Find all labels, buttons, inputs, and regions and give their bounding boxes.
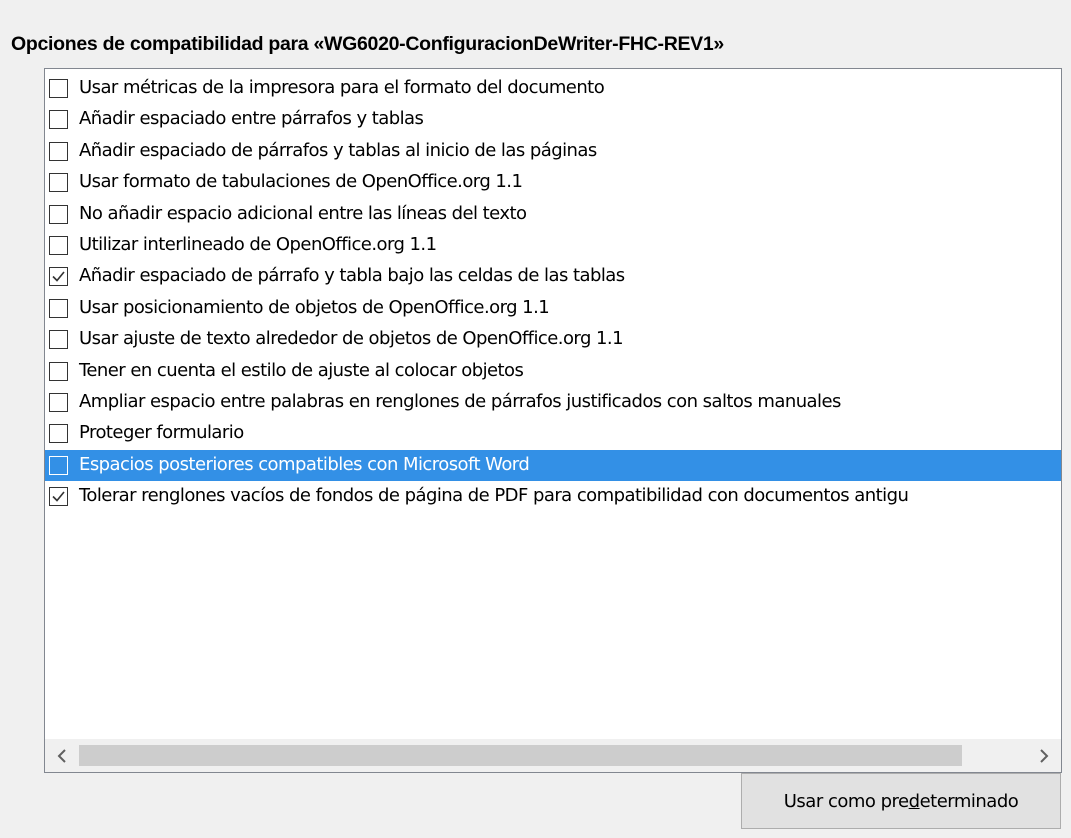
option-checkbox[interactable] — [49, 141, 68, 161]
compatibility-option-row[interactable]: Añadir espaciado de párrafos y tablas al… — [45, 136, 1061, 167]
chevron-right-icon — [1040, 748, 1049, 763]
compatibility-option-row[interactable]: Usar métricas de la impresora para el fo… — [45, 73, 1061, 104]
option-label: Usar formato de tabulaciones de OpenOffi… — [79, 171, 523, 193]
option-label: Añadir espaciado entre párrafos y tablas — [79, 108, 424, 130]
option-label: Añadir espaciado de párrafo y tabla bajo… — [79, 265, 625, 287]
compatibility-options-list[interactable]: Usar métricas de la impresora para el fo… — [44, 68, 1062, 773]
option-label: Usar métricas de la impresora para el fo… — [79, 77, 605, 98]
compatibility-option-row[interactable]: No añadir espacio adicional entre las lí… — [45, 199, 1061, 230]
chevron-left-icon — [57, 748, 66, 763]
option-checkbox[interactable] — [49, 487, 68, 507]
option-label: Proteger formulario — [79, 422, 244, 444]
option-label: Tolerar renglones vacíos de fondos de pá… — [79, 485, 909, 507]
option-checkbox[interactable] — [49, 79, 68, 98]
checkmark-icon — [52, 271, 65, 283]
option-checkbox[interactable] — [49, 424, 68, 444]
option-label: Usar posicionamiento de objetos de OpenO… — [79, 296, 550, 318]
compatibility-option-row[interactable]: Utilizar interlineado de OpenOffice.org … — [45, 230, 1061, 261]
use-as-default-button[interactable]: Usar como pre d eterminado — [741, 773, 1061, 829]
option-checkbox[interactable] — [49, 267, 68, 287]
option-label: Espacios posteriores compatibles con Mic… — [79, 453, 530, 475]
button-label-start: Usar como pre — [783, 790, 909, 812]
compatibility-option-row[interactable]: Espacios posteriores compatibles con Mic… — [45, 449, 1061, 482]
button-label-mnemonic: d — [908, 790, 920, 812]
button-label-end: eterminado — [919, 790, 1019, 812]
compatibility-option-row[interactable]: Añadir espaciado de párrafo y tabla bajo… — [45, 261, 1061, 292]
option-checkbox[interactable] — [49, 455, 68, 475]
scrollbar-thumb[interactable] — [79, 745, 962, 766]
checkmark-icon — [52, 491, 65, 502]
option-label: Utilizar interlineado de OpenOffice.org … — [79, 233, 437, 255]
option-label: Ampliar espacio entre palabras en renglo… — [79, 390, 841, 412]
compatibility-option-row[interactable]: Tolerar renglones vacíos de fondos de pá… — [45, 481, 1061, 512]
option-checkbox[interactable] — [49, 173, 68, 193]
option-label: Usar ajuste de texto alrededor de objeto… — [79, 328, 624, 350]
compatibility-option-row[interactable]: Usar formato de tabulaciones de OpenOffi… — [45, 167, 1061, 198]
option-checkbox[interactable] — [49, 361, 68, 381]
options-container: Usar métricas de la impresora para el fo… — [45, 73, 1061, 512]
compatibility-option-row[interactable]: Añadir espaciado entre párrafos y tablas — [45, 104, 1061, 135]
option-checkbox[interactable] — [49, 392, 68, 412]
option-checkbox[interactable] — [49, 235, 68, 255]
compatibility-option-row[interactable]: Tener en cuenta el estilo de ajuste al c… — [45, 356, 1061, 387]
scroll-right-button[interactable] — [1027, 739, 1061, 772]
compatibility-option-row[interactable]: Usar ajuste de texto alrededor de objeto… — [45, 324, 1061, 355]
compatibility-options-title: Opciones de compatibilidad para «WG6020-… — [11, 33, 724, 55]
scroll-left-button[interactable] — [45, 739, 79, 772]
option-label: No añadir espacio adicional entre las lí… — [79, 202, 527, 224]
horizontal-scrollbar[interactable] — [45, 739, 1061, 772]
option-checkbox[interactable] — [49, 204, 68, 224]
option-label: Añadir espaciado de párrafos y tablas al… — [79, 139, 597, 161]
compatibility-option-row[interactable]: Usar posicionamiento de objetos de OpenO… — [45, 293, 1061, 324]
option-checkbox[interactable] — [49, 330, 68, 350]
compatibility-option-row[interactable]: Ampliar espacio entre palabras en renglo… — [45, 387, 1061, 418]
option-label: Tener en cuenta el estilo de ajuste al c… — [79, 359, 524, 381]
option-checkbox[interactable] — [49, 298, 68, 318]
compatibility-option-row[interactable]: Proteger formulario — [45, 418, 1061, 449]
option-checkbox[interactable] — [49, 110, 68, 130]
